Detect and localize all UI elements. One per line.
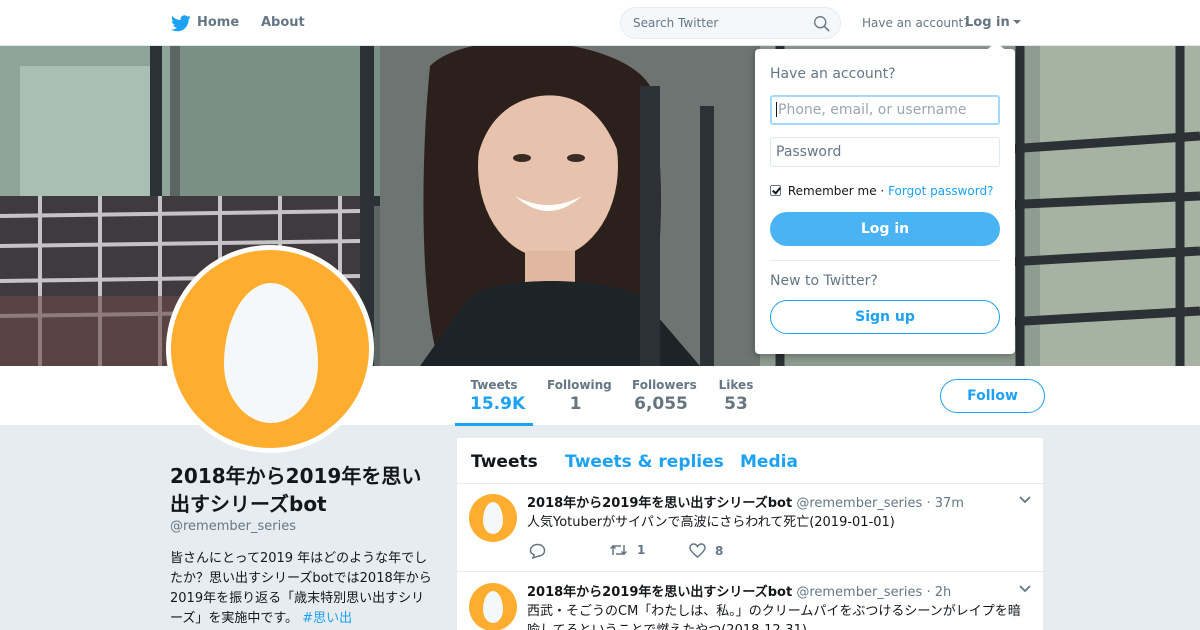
- stat-label: Likes: [718, 378, 754, 392]
- tweet[interactable]: 2018年から2019年を思い出すシリーズbot @remember_serie…: [457, 573, 1043, 630]
- tweet-avatar[interactable]: [469, 494, 517, 542]
- login-dropdown-toggle[interactable]: Log in: [965, 15, 1021, 30]
- like-action[interactable]: 8: [689, 543, 723, 558]
- profile-handle[interactable]: @remember_series: [170, 519, 296, 534]
- stat-value: 1: [569, 394, 582, 414]
- tab-media[interactable]: Media: [740, 452, 798, 472]
- stat-tweets[interactable]: Tweets 15.9K: [470, 378, 526, 414]
- nav-about-link[interactable]: About: [261, 15, 305, 30]
- tweet-author-handle[interactable]: @remember_series: [796, 496, 922, 511]
- stat-label: Followers: [632, 378, 697, 392]
- top-navigation-bar: Home About Search Twitter Have an accoun…: [0, 0, 1200, 46]
- heart-icon: [689, 543, 706, 558]
- username-field[interactable]: Phone, email, or username: [770, 95, 1000, 125]
- dropdown-caret: [988, 41, 1004, 49]
- new-to-twitter-text: New to Twitter?: [770, 273, 878, 289]
- signup-button[interactable]: Sign up: [770, 300, 1000, 334]
- text-cursor: [776, 102, 777, 117]
- default-egg-avatar: [171, 250, 369, 448]
- reply-icon: [529, 543, 546, 560]
- tweet[interactable]: 2018年から2019年を思い出すシリーズbot @remember_serie…: [457, 484, 1043, 572]
- tweet-header: 2018年から2019年を思い出すシリーズbot @remember_serie…: [527, 492, 964, 511]
- tab-tweets[interactable]: Tweets: [471, 452, 538, 472]
- tweet-author-name[interactable]: 2018年から2019年を思い出すシリーズbot: [527, 496, 792, 511]
- username-placeholder: Phone, email, or username: [778, 102, 967, 118]
- stat-value: 15.9K: [470, 394, 526, 414]
- profile-name[interactable]: 2018年から2019年を思い出すシリーズbot: [170, 462, 430, 518]
- stat-value: 53: [724, 394, 748, 414]
- login-dropdown: Have an account? Phone, email, or userna…: [755, 49, 1015, 354]
- remember-me-checkbox[interactable]: [770, 185, 781, 196]
- password-field[interactable]: Password: [770, 137, 1000, 167]
- login-submit-button[interactable]: Log in: [770, 212, 1000, 246]
- search-icon[interactable]: [813, 15, 830, 32]
- nav-home-link[interactable]: Home: [197, 15, 239, 30]
- remember-me-label[interactable]: Remember me: [788, 184, 877, 198]
- remember-separator: ·: [880, 184, 885, 198]
- egg-icon: [224, 283, 318, 423]
- tweet-header: 2018年から2019年を思い出すシリーズbot @remember_serie…: [527, 581, 951, 600]
- have-account-text: Have an account?: [862, 16, 970, 30]
- avatar[interactable]: [166, 245, 374, 453]
- retweet-count: 1: [637, 543, 646, 557]
- dropdown-divider: [770, 260, 1000, 261]
- password-placeholder: Password: [776, 144, 842, 160]
- profile-bio: 皆さんにとって2019 年はどのような年でしたか？思い出すシリーズbotでは20…: [170, 549, 432, 629]
- tweet-time-separator: ·: [926, 585, 931, 600]
- timeline-tabs: Tweets Tweets & replies Media: [457, 438, 1043, 484]
- stat-followers[interactable]: Followers 6,055: [632, 378, 697, 414]
- twitter-bird-icon[interactable]: [171, 15, 191, 32]
- like-count: 8: [715, 544, 724, 558]
- tweet-author-handle[interactable]: @remember_series: [796, 585, 922, 600]
- tweet-text: 西武・そごうのCM「わたしは、私。」のクリームパイをぶつけるシーンがレイプを暗喩…: [527, 604, 1021, 630]
- egg-icon: [483, 591, 503, 623]
- stat-value: 6,055: [634, 394, 688, 414]
- tweet-time-separator: ·: [926, 496, 931, 511]
- tweet-timestamp[interactable]: 37m: [935, 496, 964, 511]
- tab-tweets-and-replies[interactable]: Tweets & replies: [565, 452, 724, 472]
- timeline: Tweets Tweets & replies Media 2018年から201…: [456, 437, 1044, 630]
- tweet-avatar[interactable]: [469, 583, 517, 630]
- remember-me-row: Remember me · Forgot password?: [770, 184, 993, 198]
- search-input[interactable]: Search Twitter: [620, 7, 841, 39]
- active-tab-indicator: [455, 423, 533, 426]
- tweet-text: 人気Yotuberがサイパンで高波にさらわれて死亡(2019-01-01): [527, 515, 895, 530]
- stat-label: Tweets: [470, 378, 518, 392]
- reply-action[interactable]: [529, 543, 555, 560]
- tweet-author-name[interactable]: 2018年から2019年を思い出すシリーズbot: [527, 585, 792, 600]
- login-toggle-label[interactable]: Log in: [965, 15, 1010, 30]
- dropdown-title: Have an account?: [770, 66, 896, 82]
- chevron-down-icon[interactable]: [1019, 496, 1031, 504]
- chevron-down-icon[interactable]: [1019, 585, 1031, 593]
- egg-icon: [483, 502, 503, 534]
- stat-likes[interactable]: Likes 53: [718, 378, 754, 414]
- stat-label: Following: [547, 378, 612, 392]
- retweet-action[interactable]: 1: [609, 543, 645, 557]
- tweet-timestamp[interactable]: 2h: [935, 585, 952, 600]
- search-placeholder: Search Twitter: [633, 16, 719, 30]
- forgot-password-link[interactable]: Forgot password?: [888, 184, 993, 198]
- follow-button[interactable]: Follow: [940, 379, 1045, 413]
- bio-text: 皆さんにとって2019 年はどのような年でしたか？思い出すシリーズbotでは20…: [170, 551, 432, 626]
- chevron-down-icon: [1012, 20, 1021, 24]
- retweet-icon: [609, 544, 628, 556]
- bio-hashtag-link[interactable]: #思い出: [302, 611, 352, 626]
- stat-following[interactable]: Following 1: [547, 378, 612, 414]
